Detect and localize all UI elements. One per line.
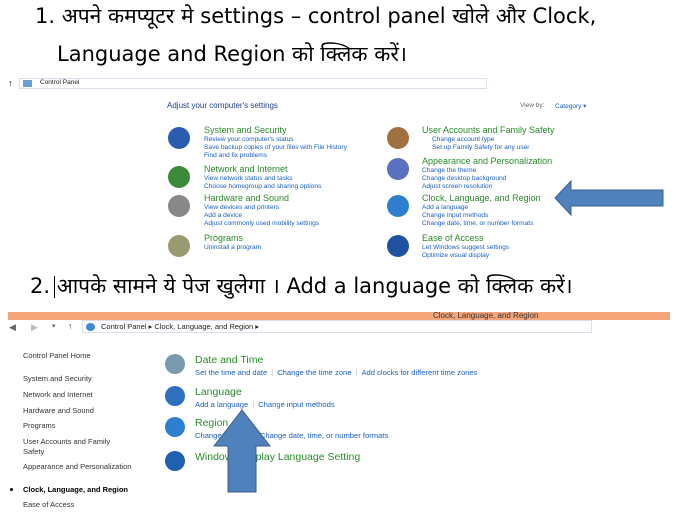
- language-icon: [165, 386, 185, 406]
- view-by-dropdown[interactable]: Category ▾: [555, 102, 586, 110]
- arrow-pointing-left: [554, 179, 664, 217]
- section-link[interactable]: Change the time zone: [277, 368, 351, 377]
- section-link[interactable]: Change date, time, or number formats: [260, 431, 388, 440]
- category-title[interactable]: Clock, Language, and Region: [422, 193, 541, 203]
- calendar-clock-icon: [165, 354, 185, 374]
- section-title[interactable]: Date and Time: [195, 354, 263, 366]
- step1-line2: Language and Region को क्लिक करें।: [57, 42, 407, 66]
- nav-item[interactable]: Programs: [23, 421, 133, 431]
- programs-icon: [168, 235, 190, 257]
- page-title: Adjust your computer's settings: [167, 101, 278, 110]
- category-title[interactable]: Ease of Access: [422, 233, 484, 243]
- printer-icon: [168, 195, 190, 217]
- step1-line1: 1. अपने कमप्यूटर मे settings – control p…: [35, 4, 597, 28]
- category-title[interactable]: Programs: [204, 233, 243, 243]
- category-link[interactable]: Find and fix problems: [204, 151, 267, 160]
- nav-item[interactable]: Hardware and Sound: [23, 406, 133, 416]
- category-title[interactable]: Network and Internet: [204, 164, 288, 174]
- category-link[interactable]: Adjust screen resolution: [422, 182, 492, 191]
- section-link[interactable]: Add clocks for different time zones: [361, 368, 477, 377]
- section-links: Set the time and date | Change the time zo…: [195, 368, 478, 377]
- breadcrumb-control-panel[interactable]: Control Panel: [101, 322, 146, 331]
- breadcrumb[interactable]: Control Panel: [40, 79, 79, 86]
- region-globe-icon: [165, 417, 185, 437]
- shield-icon: [168, 127, 190, 149]
- network-globe-icon: [168, 166, 190, 188]
- nav-item[interactable]: System and Security: [23, 374, 133, 384]
- nav-item[interactable]: User Accounts and Family Safety: [23, 437, 133, 457]
- forward-button[interactable]: ▶: [31, 322, 38, 333]
- globe-icon: [165, 451, 185, 471]
- nav-item[interactable]: Clock, Language, and Region: [23, 485, 133, 495]
- category-title[interactable]: System and Security: [204, 125, 287, 135]
- address-bar[interactable]: Control Panel ▸ Clock, Language, and Reg…: [82, 320, 592, 333]
- selected-bullet: [10, 488, 13, 491]
- breadcrumb-clock[interactable]: Clock, Language, and Region: [154, 322, 253, 331]
- nav-item[interactable]: Ease of Access: [23, 500, 133, 510]
- nav-item[interactable]: Appearance and Personalization: [23, 462, 133, 472]
- category-link[interactable]: Choose homegroup and sharing options: [204, 182, 321, 191]
- monitor-icon: [387, 158, 409, 180]
- category-link[interactable]: Adjust commonly used mobility settings: [204, 219, 319, 228]
- category-link[interactable]: Set up Family Safety for any user: [432, 143, 529, 152]
- address-bar[interactable]: Control Panel: [19, 78, 487, 89]
- category-title[interactable]: Hardware and Sound: [204, 193, 289, 203]
- window-title: Clock, Language, and Region: [433, 311, 539, 320]
- up-arrow-icon[interactable]: ↑: [8, 78, 13, 88]
- nav-item[interactable]: Control Panel Home: [23, 351, 133, 361]
- ease-of-access-icon: [387, 235, 409, 257]
- category-title[interactable]: Appearance and Personalization: [422, 156, 552, 166]
- category-link[interactable]: Optimize visual display: [422, 251, 489, 260]
- control-panel-icon: [23, 80, 32, 87]
- section-link[interactable]: Set the time and date: [195, 368, 267, 377]
- clock-globe-icon: [387, 195, 409, 217]
- category-link[interactable]: Change date, time, or number formats: [422, 219, 533, 228]
- recent-dropdown[interactable]: ▾: [52, 322, 56, 330]
- category-link[interactable]: Uninstall a program: [204, 243, 261, 252]
- arrow-pointing-up: [212, 409, 272, 493]
- up-button[interactable]: ↑: [68, 321, 73, 331]
- back-button[interactable]: ◀: [9, 322, 16, 333]
- view-by-label: View by:: [520, 102, 545, 109]
- text-cursor: [54, 276, 55, 298]
- globe-icon: [86, 323, 95, 331]
- section-title[interactable]: Language: [195, 386, 242, 398]
- users-icon: [387, 127, 409, 149]
- category-title[interactable]: User Accounts and Family Safety: [422, 125, 555, 135]
- step2-text: 2. आपके सामने ये पेज खुलेगा । Add a lang…: [30, 274, 573, 298]
- nav-item[interactable]: Network and Internet: [23, 390, 133, 400]
